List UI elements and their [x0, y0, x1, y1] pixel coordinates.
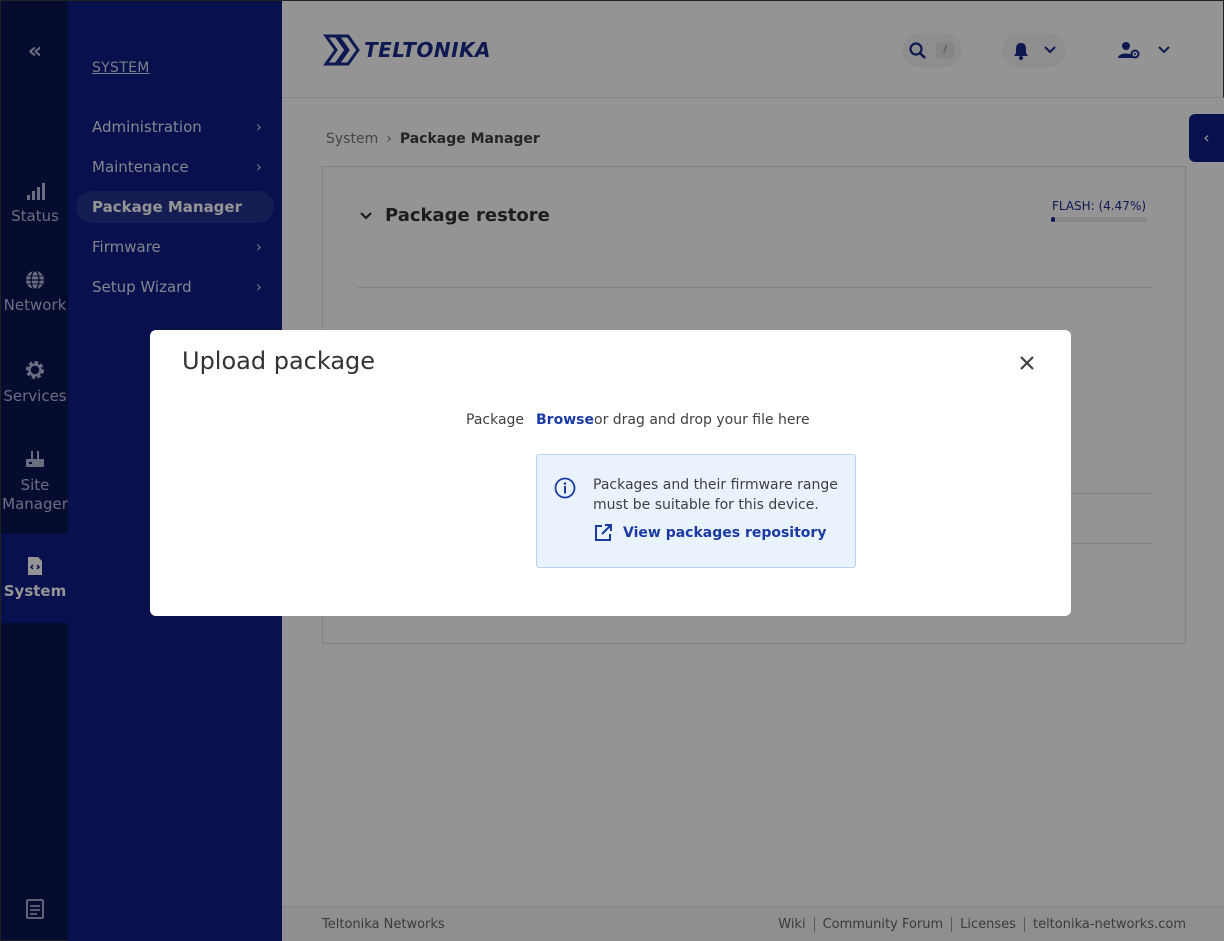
view-packages-repository-link[interactable]: View packages repository [593, 523, 826, 543]
upload-package-dialog: Upload package Package Browse or drag an… [150, 330, 1071, 616]
info-notice: Packages and their firmware range must b… [536, 454, 856, 568]
package-field-label: Package [466, 412, 525, 428]
repo-link-label: View packages repository [623, 525, 827, 541]
drop-zone-hint[interactable]: or drag and drop your file here [594, 412, 810, 428]
browse-button[interactable]: Browse [536, 412, 594, 428]
external-link-icon [595, 524, 612, 541]
info-icon [554, 477, 576, 499]
info-text: Packages and their firmware range must b… [593, 477, 838, 513]
dialog-title: Upload package [182, 347, 376, 375]
close-icon [1020, 356, 1034, 370]
close-button[interactable] [1014, 350, 1040, 376]
